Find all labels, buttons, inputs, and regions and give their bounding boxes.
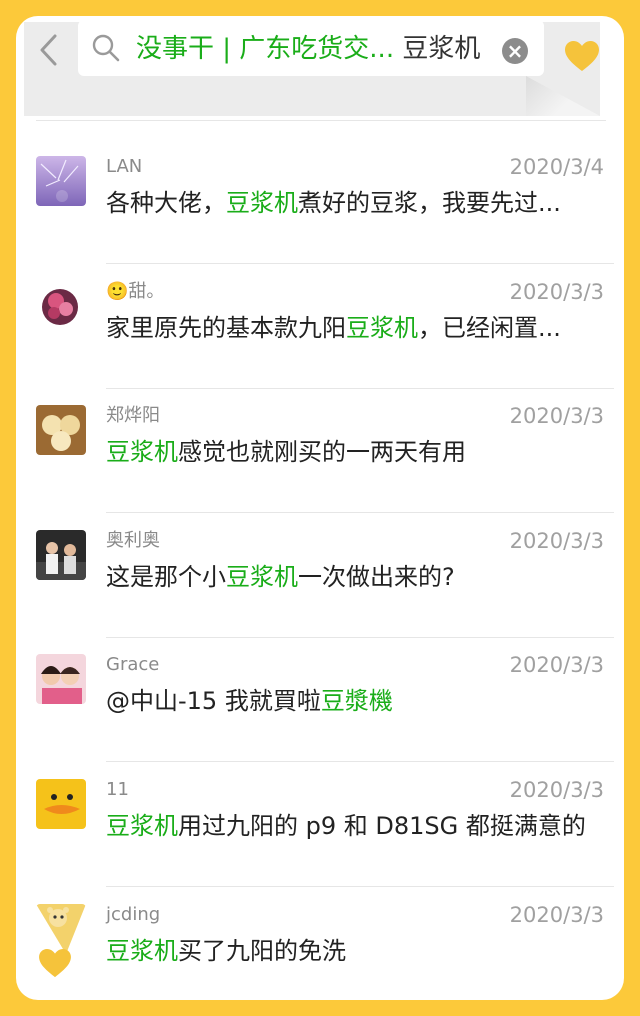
message-row[interactable]: 11 2020/3/3 豆浆机用过九阳的 p9 和 D81SG 都挺满意的 xyxy=(16,763,624,887)
search-highlight: 豆浆机 xyxy=(226,189,298,217)
message-row[interactable]: jcding 2020/3/3 豆浆机买了九阳的免洗 xyxy=(16,888,624,1000)
search-highlight: 豆漿機 xyxy=(320,687,393,716)
search-highlight: 豆浆机 xyxy=(346,313,418,342)
message-date: 2020/3/3 xyxy=(509,778,604,802)
message-text-part: 买了九阳的免洗 xyxy=(178,936,346,965)
message-date: 2020/3/3 xyxy=(509,404,604,429)
sender-name: 郑烨阳 xyxy=(106,405,160,427)
message-text-part: ，已经闲置... xyxy=(418,313,561,342)
search-highlight: 豆浆机 xyxy=(106,936,178,965)
avatar[interactable] xyxy=(36,156,86,206)
search-highlight: 豆浆机 xyxy=(106,812,178,840)
message-text: 豆浆机买了九阳的免洗 xyxy=(106,934,604,968)
header-divider xyxy=(36,120,606,121)
message-text-part: 家里原先的基本款九阳 xyxy=(106,313,346,342)
message-date: 2020/3/3 xyxy=(509,902,604,927)
message-date: 2020/3/3 xyxy=(509,653,604,678)
sender-name: 11 xyxy=(106,779,129,800)
message-text-part: @中山-15 我就買啦 xyxy=(106,687,321,716)
avatar[interactable] xyxy=(36,280,86,331)
avatar[interactable] xyxy=(36,654,86,705)
sender-name: Grace xyxy=(106,654,160,676)
sender-name: jcding xyxy=(106,903,161,925)
message-row[interactable]: 郑烨阳 2020/3/3 豆浆机感觉也就刚买的一两天有用 xyxy=(16,389,624,514)
message-text: 豆浆机感觉也就刚买的一两天有用 xyxy=(106,435,604,469)
avatar[interactable] xyxy=(36,529,86,580)
message-text: @中山-15 我就買啦豆漿機 xyxy=(106,684,604,718)
search-highlight: 豆浆机 xyxy=(226,562,298,591)
message-row[interactable]: LAN 2020/3/4 各种大佬，豆浆机煮好的豆浆，我要先过... xyxy=(16,140,624,264)
heart-icon-bottom[interactable] xyxy=(38,948,72,978)
message-text-part: 煮好的豆浆，我要先过... xyxy=(298,189,561,217)
message-row[interactable]: Grace 2020/3/3 @中山-15 我就買啦豆漿機 xyxy=(16,638,624,763)
message-text: 家里原先的基本款九阳豆浆机，已经闲置... xyxy=(106,311,604,345)
message-text-part: 这是那个小 xyxy=(106,562,226,591)
search-query-prefix: 没事干 | 广东吃货交... xyxy=(136,34,395,64)
message-text-part: 一次做出来的? xyxy=(298,562,455,591)
message-text: 豆浆机用过九阳的 p9 和 D81SG 都挺满意的 xyxy=(106,809,604,843)
search-icon xyxy=(92,34,120,62)
close-icon: × xyxy=(506,39,524,63)
search-highlight: 豆浆机 xyxy=(106,438,178,467)
sender-name: 奥利奥 xyxy=(106,529,160,551)
heart-icon[interactable] xyxy=(564,40,600,72)
avatar[interactable] xyxy=(36,405,86,456)
message-text-part: 用过九阳的 p9 和 D81SG 都挺满意的 xyxy=(178,812,586,840)
message-row[interactable]: 奥利奥 2020/3/3 这是那个小豆浆机一次做出来的? xyxy=(16,514,624,638)
sender-name: 🙂甜。 xyxy=(106,280,165,302)
avatar[interactable] xyxy=(36,779,86,829)
message-text-part: 各种大佬， xyxy=(106,189,226,217)
search-input[interactable]: 没事干 | 广东吃货交... 豆浆机 × xyxy=(78,20,544,76)
message-date: 2020/3/3 xyxy=(509,528,604,553)
message-date: 2020/3/4 xyxy=(509,155,604,179)
message-date: 2020/3/3 xyxy=(509,279,604,304)
message-row[interactable]: 🙂甜。 2020/3/3 家里原先的基本款九阳豆浆机，已经闲置... xyxy=(16,265,624,389)
search-query[interactable]: 没事干 | 广东吃货交... 豆浆机 xyxy=(136,32,490,66)
back-button[interactable] xyxy=(30,30,66,70)
avatar[interactable] xyxy=(36,903,86,954)
message-text: 各种大佬，豆浆机煮好的豆浆，我要先过... xyxy=(106,186,604,220)
chat-search-window: 没事干 | 广东吃货交... 豆浆机 × LAN 2020/3/4 各种大佬，豆浆机… xyxy=(16,16,624,1000)
search-query-term: 豆浆机 xyxy=(402,34,481,64)
sender-name: LAN xyxy=(106,156,143,177)
message-text: 这是那个小豆浆机一次做出来的? xyxy=(106,560,604,594)
chevron-left-icon xyxy=(40,34,57,66)
clear-search-button[interactable]: × xyxy=(502,38,528,64)
message-text-part: 感觉也就刚买的一两天有用 xyxy=(178,438,466,467)
